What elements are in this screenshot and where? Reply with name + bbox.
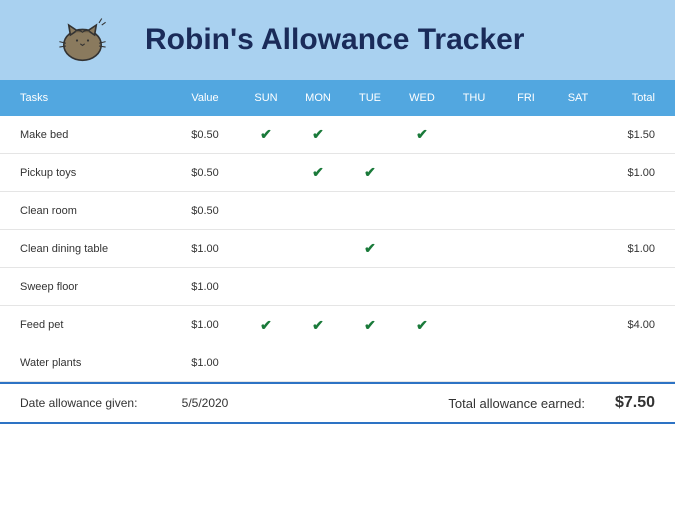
table-row: Make bed$0.50 ✔ ✔ ✔ $1.50 — [0, 116, 675, 154]
cat-icon — [55, 13, 110, 68]
row-total: $1.00 — [604, 243, 675, 255]
day-cell[interactable]: ✔ — [292, 317, 344, 334]
date-label: Date allowance given: — [0, 396, 170, 410]
task-name: Water plants — [0, 357, 170, 369]
col-value: Value — [170, 92, 240, 104]
day-cell[interactable]: ✔ — [292, 164, 344, 181]
total-label: Total allowance earned: — [448, 396, 585, 411]
table-row: Water plants$1.00 — [0, 344, 675, 382]
task-value: $0.50 — [170, 129, 240, 141]
check-icon: ✔ — [260, 126, 272, 142]
task-value: $1.00 — [170, 319, 240, 331]
task-name: Pickup toys — [0, 167, 170, 179]
date-value: 5/5/2020 — [170, 396, 240, 410]
col-total: Total — [604, 92, 675, 104]
check-icon: ✔ — [364, 317, 376, 333]
check-icon: ✔ — [312, 164, 324, 180]
day-cell[interactable]: ✔ — [344, 240, 396, 257]
day-cell[interactable]: ✔ — [396, 317, 448, 334]
table-row: Clean dining table$1.00✔$1.00 — [0, 230, 675, 268]
total-value: $7.50 — [585, 394, 675, 412]
task-name: Clean room — [0, 205, 170, 217]
task-name: Make bed — [0, 129, 170, 141]
task-value: $1.00 — [170, 357, 240, 369]
col-tue: TUE — [344, 92, 396, 104]
table-row: Pickup toys$0.50 ✔ ✔ $1.00 — [0, 154, 675, 192]
col-tasks: Tasks — [0, 92, 170, 104]
task-value: $0.50 — [170, 205, 240, 217]
check-icon: ✔ — [312, 126, 324, 142]
row-total: $1.00 — [604, 167, 675, 179]
table-row: Feed pet$1.00 ✔ ✔ ✔ ✔ $4.00 — [0, 306, 675, 344]
day-cell[interactable]: ✔ — [344, 164, 396, 181]
col-sun: SUN — [240, 92, 292, 104]
col-sat: SAT — [552, 92, 604, 104]
col-wed: WED — [396, 92, 448, 104]
check-icon: ✔ — [416, 317, 428, 333]
check-icon: ✔ — [416, 126, 428, 142]
header: Robin's Allowance Tracker — [0, 0, 675, 80]
day-cell[interactable]: ✔ — [292, 126, 344, 143]
day-cell[interactable]: ✔ — [344, 317, 396, 334]
task-value: $0.50 — [170, 167, 240, 179]
footer-row: Date allowance given: 5/5/2020 Total all… — [0, 382, 675, 424]
table-row: Sweep floor$1.00 — [0, 268, 675, 306]
day-cell[interactable]: ✔ — [240, 126, 292, 143]
task-name: Sweep floor — [0, 281, 170, 293]
table-header: Tasks Value SUN MON TUE WED THU FRI SAT … — [0, 80, 675, 116]
day-cell[interactable]: ✔ — [396, 126, 448, 143]
page-title: Robin's Allowance Tracker — [145, 23, 524, 57]
check-icon: ✔ — [312, 317, 324, 333]
task-value: $1.00 — [170, 243, 240, 255]
day-cell[interactable]: ✔ — [240, 317, 292, 334]
row-total: $4.00 — [604, 319, 675, 331]
check-icon: ✔ — [364, 240, 376, 256]
check-icon: ✔ — [364, 164, 376, 180]
table-body: Make bed$0.50✔✔✔$1.50Pickup toys$0.50✔✔$… — [0, 116, 675, 382]
col-mon: MON — [292, 92, 344, 104]
row-total: $1.50 — [604, 129, 675, 141]
col-thu: THU — [448, 92, 500, 104]
col-fri: FRI — [500, 92, 552, 104]
task-value: $1.00 — [170, 281, 240, 293]
task-name: Feed pet — [0, 319, 170, 331]
task-name: Clean dining table — [0, 243, 170, 255]
check-icon: ✔ — [260, 317, 272, 333]
table-row: Clean room$0.50 — [0, 192, 675, 230]
